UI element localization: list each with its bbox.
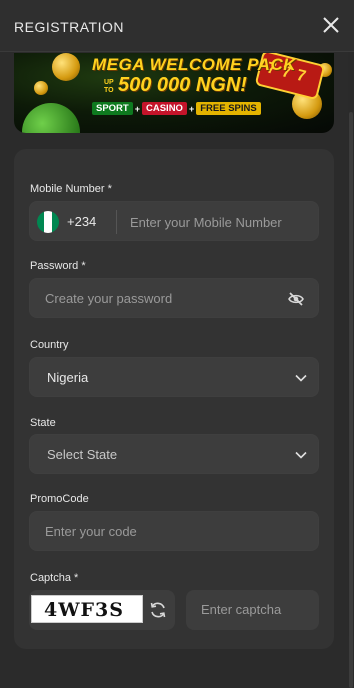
country-value: Nigeria [47,370,89,385]
promocode-input[interactable]: Enter your code [45,524,137,539]
close-icon[interactable] [320,14,342,36]
promocode-label: PromoCode [30,493,89,505]
country-select[interactable]: Nigeria [29,357,319,397]
promocode-field[interactable]: Enter your code [29,511,319,551]
banner-tags: SPORT + CASINO + FREE SPINS [92,102,261,115]
field-divider [116,210,117,234]
coin-image [34,81,48,95]
password-label: Password * [30,260,86,272]
country-label: Country [30,339,69,351]
banner-upto: UP TO [104,79,114,94]
tag-free-spins: FREE SPINS [196,102,261,115]
page-title: REGISTRATION [14,19,124,35]
banner-headline: MEGA WELCOME PACK [92,55,296,74]
captcha-box: 4WF3S [29,590,175,630]
state-value: Select State [47,447,118,462]
chevron-down-icon [295,374,307,382]
mobile-input[interactable]: Enter your Mobile Number [130,215,282,230]
eye-off-icon[interactable] [288,291,304,307]
password-field[interactable]: Create your password [29,278,319,318]
password-input[interactable]: Create your password [45,291,172,306]
banner-amount: 500 000 NGN! [118,74,247,96]
state-select[interactable]: Select State [29,434,319,474]
mobile-label: Mobile Number * [30,183,112,195]
scrollbar-track[interactable] [348,52,354,688]
chevron-down-icon [295,451,307,459]
refresh-icon[interactable] [149,601,167,619]
tag-sport: SPORT [92,102,133,115]
scrollbar-thumb[interactable] [349,112,353,688]
captcha-input[interactable]: Enter captcha [201,602,281,617]
mobile-field[interactable]: +234 Enter your Mobile Number [29,201,319,241]
country-code: +234 [67,214,97,229]
captcha-image: 4WF3S [31,595,143,623]
coin-image [52,53,80,81]
state-label: State [30,417,56,429]
captcha-label: Captcha * [30,572,79,584]
nigeria-flag-icon[interactable] [37,211,59,233]
welcome-banner[interactable]: 7 7 7 MEGA WELCOME PACK UP TO 500 000 NG… [14,53,334,133]
football-image [22,103,80,133]
captcha-field[interactable]: Enter captcha [186,590,319,630]
captcha-code: 4WF3S [44,599,124,621]
registration-form: Mobile Number * +234 Enter your Mobile N… [14,149,334,649]
registration-header: REGISTRATION [0,0,354,52]
tag-casino: CASINO [142,102,187,115]
